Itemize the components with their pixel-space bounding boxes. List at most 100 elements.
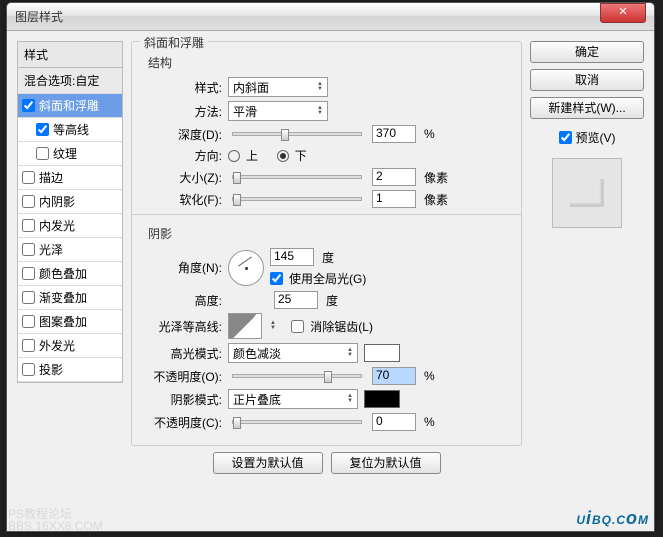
- highlight-opacity-slider[interactable]: [232, 374, 362, 378]
- technique-value: 平滑: [233, 103, 257, 120]
- shadow-opacity-label: 不透明度(C):: [142, 414, 222, 431]
- style-row-satin[interactable]: 光泽: [18, 238, 122, 262]
- style-row-innerglow[interactable]: 内发光: [18, 214, 122, 238]
- highlight-color-swatch[interactable]: [364, 344, 400, 362]
- style-label: 样式:: [142, 79, 222, 96]
- global-light-check[interactable]: [270, 272, 283, 285]
- highlight-opacity-label: 不透明度(O):: [142, 368, 222, 385]
- style-label: 斜面和浮雕: [39, 97, 99, 114]
- watermark-logo: UiBQ.CoM: [576, 503, 649, 531]
- style-label: 光泽: [39, 241, 63, 258]
- technique-select[interactable]: 平滑 ▲▼: [228, 101, 328, 121]
- cancel-button[interactable]: 取消: [530, 69, 644, 91]
- new-style-button[interactable]: 新建样式(W)...: [530, 97, 644, 119]
- shadow-mode-select[interactable]: 正片叠底 ▲▼: [228, 389, 358, 409]
- highlight-mode-label: 高光模式:: [142, 345, 222, 362]
- close-button[interactable]: ✕: [600, 3, 646, 23]
- style-check-satin[interactable]: [22, 243, 35, 256]
- soften-input[interactable]: 1: [372, 190, 416, 208]
- pct-unit: %: [424, 415, 435, 429]
- style-label: 内阴影: [39, 193, 75, 210]
- altitude-unit: 度: [326, 292, 338, 309]
- angle-input[interactable]: 145: [270, 248, 314, 266]
- gloss-contour-label: 光泽等高线:: [142, 318, 222, 335]
- altitude-label: 高度:: [142, 292, 222, 309]
- style-label: 纹理: [53, 145, 77, 162]
- depth-input[interactable]: 370: [372, 125, 416, 143]
- style-label: 描边: [39, 169, 63, 186]
- style-row-coloroverlay[interactable]: 颜色叠加: [18, 262, 122, 286]
- shadow-color-swatch[interactable]: [364, 390, 400, 408]
- gloss-contour-swatch[interactable]: [228, 313, 262, 339]
- style-select[interactable]: 内斜面 ▲▼: [228, 77, 328, 97]
- style-check-innerglow[interactable]: [22, 219, 35, 232]
- style-row-gradientoverlay[interactable]: 渐变叠加: [18, 286, 122, 310]
- blend-options-row[interactable]: 混合选项:自定: [18, 68, 122, 94]
- style-check-stroke[interactable]: [22, 171, 35, 184]
- style-row-outerglow[interactable]: 外发光: [18, 334, 122, 358]
- structure-title: 结构: [148, 54, 511, 71]
- depth-label: 深度(D):: [142, 126, 222, 143]
- altitude-input[interactable]: 25: [274, 291, 318, 309]
- preview-box: [552, 158, 622, 228]
- style-check-outerglow[interactable]: [22, 339, 35, 352]
- highlight-mode-select[interactable]: 颜色减淡 ▲▼: [228, 343, 358, 363]
- angle-label: 角度(N):: [142, 259, 222, 276]
- style-check-coloroverlay[interactable]: [22, 267, 35, 280]
- style-check-gradientoverlay[interactable]: [22, 291, 35, 304]
- direction-down-radio[interactable]: [277, 150, 289, 162]
- reset-default-button[interactable]: 复位为默认值: [331, 452, 441, 474]
- style-row-dropshadow[interactable]: 投影: [18, 358, 122, 382]
- preview-label: 预览(V): [576, 129, 616, 146]
- shadow-mode-label: 阴影模式:: [142, 391, 222, 408]
- global-light-label: 使用全局光(G): [289, 270, 366, 287]
- dropdown-arrows-icon: ▲▼: [317, 82, 323, 92]
- ok-button[interactable]: 确定: [530, 41, 644, 63]
- preview-check[interactable]: [559, 131, 572, 144]
- style-row-patternoverlay[interactable]: 图案叠加: [18, 310, 122, 334]
- size-slider[interactable]: [232, 175, 362, 179]
- styles-list-panel: 样式 混合选项:自定 斜面和浮雕 等高线 纹理 描边: [17, 41, 123, 521]
- style-check-bevel[interactable]: [22, 99, 35, 112]
- shadow-opacity-input[interactable]: 0: [372, 413, 416, 431]
- shadow-opacity-slider[interactable]: [232, 420, 362, 424]
- titlebar[interactable]: 图层样式 ✕: [7, 3, 654, 31]
- styles-list: 混合选项:自定 斜面和浮雕 等高线 纹理 描边: [17, 68, 123, 383]
- antialias-check[interactable]: [291, 320, 304, 333]
- style-label: 等高线: [53, 121, 89, 138]
- dropdown-arrows-icon: ▲▼: [347, 348, 353, 358]
- make-default-button[interactable]: 设置为默认值: [213, 452, 323, 474]
- antialias-label: 消除锯齿(L): [310, 318, 373, 335]
- pct-unit: %: [424, 369, 435, 383]
- size-unit: 像素: [424, 169, 448, 186]
- style-label: 外发光: [39, 337, 75, 354]
- style-check-contour[interactable]: [36, 123, 49, 136]
- soften-slider[interactable]: [232, 197, 362, 201]
- depth-slider[interactable]: [232, 132, 362, 136]
- style-row-bevel[interactable]: 斜面和浮雕: [18, 94, 122, 118]
- style-check-texture[interactable]: [36, 147, 49, 160]
- highlight-mode-value: 颜色减淡: [233, 345, 281, 362]
- window-title: 图层样式: [15, 8, 63, 25]
- style-check-dropshadow[interactable]: [22, 363, 35, 376]
- style-check-innershadow[interactable]: [22, 195, 35, 208]
- style-row-texture[interactable]: 纹理: [18, 142, 122, 166]
- contour-dropdown-icon[interactable]: ▲▼: [270, 321, 276, 331]
- preview-thumbnail: [570, 179, 604, 207]
- direction-up-radio[interactable]: [228, 150, 240, 162]
- style-check-patternoverlay[interactable]: [22, 315, 35, 328]
- style-label: 投影: [39, 361, 63, 378]
- soften-label: 软化(F):: [142, 191, 222, 208]
- shadow-mode-value: 正片叠底: [233, 391, 281, 408]
- style-row-innershadow[interactable]: 内阴影: [18, 190, 122, 214]
- style-row-contour[interactable]: 等高线: [18, 118, 122, 142]
- watermark-small: PS教程论坛BBS.16XX8.COM: [8, 509, 103, 533]
- size-input[interactable]: 2: [372, 168, 416, 186]
- style-value: 内斜面: [233, 79, 269, 96]
- highlight-opacity-input[interactable]: 70: [372, 367, 416, 385]
- bevel-group: 斜面和浮雕 结构 样式: 内斜面 ▲▼ 方法: 平滑 ▲▼: [131, 41, 522, 446]
- dropdown-arrows-icon: ▲▼: [347, 394, 353, 404]
- center-panel: 斜面和浮雕 结构 样式: 内斜面 ▲▼ 方法: 平滑 ▲▼: [131, 41, 522, 521]
- angle-dial[interactable]: [228, 250, 264, 286]
- style-row-stroke[interactable]: 描边: [18, 166, 122, 190]
